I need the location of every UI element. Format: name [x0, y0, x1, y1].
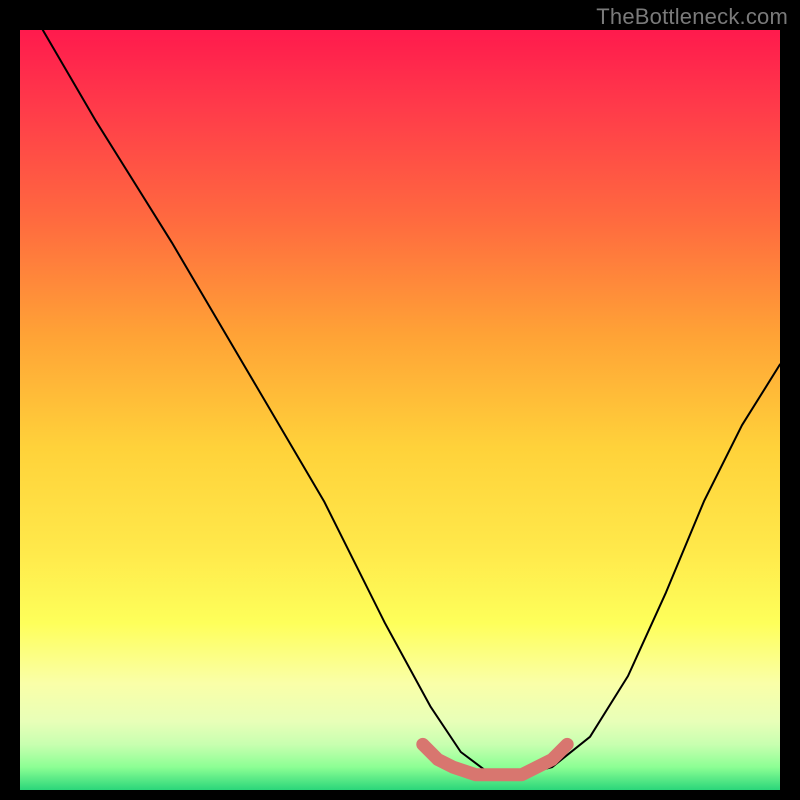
bottleneck-curve — [43, 30, 780, 775]
watermark-text: TheBottleneck.com — [596, 4, 788, 30]
curve-layer — [20, 30, 780, 790]
optimal-band — [423, 744, 567, 774]
chart-frame: TheBottleneck.com — [0, 0, 800, 800]
